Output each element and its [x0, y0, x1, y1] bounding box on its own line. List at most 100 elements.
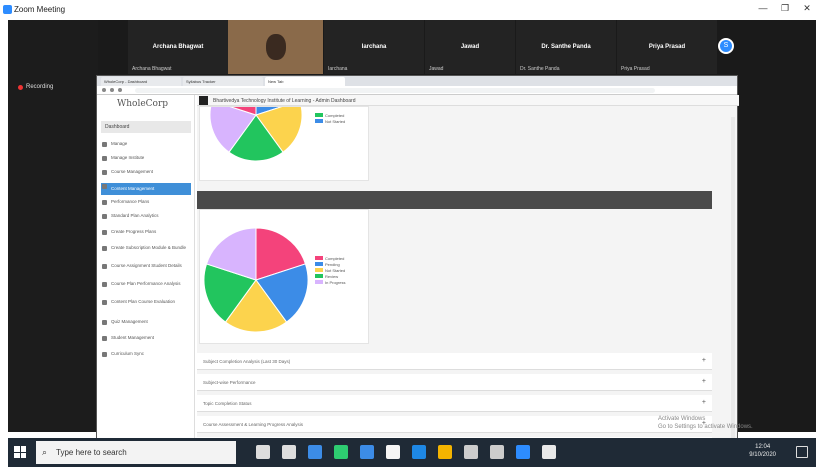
sidebar-item-label: Course Plan Performance Analysis	[111, 281, 181, 286]
sidebar-item-icon	[102, 336, 107, 341]
accordion-title: Subject Completion Analysis (Last 30 Day…	[203, 359, 291, 364]
sidebar-item[interactable]: Manage Institute	[101, 155, 191, 161]
notification-icon[interactable]	[796, 446, 808, 458]
legend-swatch	[315, 113, 323, 117]
legend-swatch	[315, 262, 323, 266]
close-icon[interactable]: ✕	[798, 3, 816, 14]
chart-legend: Completed Not Started	[315, 113, 345, 125]
accordion-row[interactable]: Course Assessment & Learning Progress An…	[197, 416, 712, 433]
legend-item: In Progress	[315, 279, 346, 285]
participant-video-tile[interactable]	[228, 20, 323, 74]
sidebar-item-label: Student Management	[111, 335, 155, 340]
sidebar-item[interactable]: Course Assignment Student Details	[101, 263, 191, 269]
sidebar-item[interactable]: Create Progress Plans	[101, 229, 191, 235]
chart-legend: Completed Pending Not Started Review In Prog…	[315, 256, 345, 286]
chart-card: Completed Not Started	[199, 106, 369, 181]
sidebar-item[interactable]: Course Management	[101, 169, 191, 175]
sidebar-item[interactable]: Standard Plan Analytics	[101, 213, 191, 219]
maximize-icon[interactable]: ❐	[776, 3, 794, 14]
sidebar-item-icon	[102, 184, 107, 189]
taskbar-app-icon[interactable]	[256, 445, 270, 459]
avatar[interactable]: S	[718, 38, 734, 54]
sidebar-item[interactable]: Curriculum Sync	[101, 351, 191, 357]
browser-tab[interactable]: WholeCorp - Dashboard	[101, 77, 181, 86]
sidebar-dashboard[interactable]: Dashboard	[101, 121, 191, 133]
sidebar-item[interactable]: Content Plan Course Evaluation	[101, 299, 191, 305]
browser-tab[interactable]: Syllabus Tracker	[183, 77, 263, 86]
participant-tile[interactable]: Jawad Jawad	[425, 20, 515, 74]
sidebar-item-label: Course Assignment Student Details	[111, 263, 182, 268]
browser-tab[interactable]: New Tab	[265, 77, 345, 86]
sidebar-item-label: Create Progress Plans	[111, 229, 157, 234]
url-field[interactable]	[135, 88, 655, 93]
recording-badge[interactable]: Recording	[18, 84, 53, 90]
accordion-title: Course Assessment & Learning Progress An…	[203, 422, 304, 427]
sidebar-item-label: Create Subscription Module & Bundle	[111, 245, 187, 250]
accordion-row[interactable]: Subject-wise Performance +	[197, 374, 712, 391]
window-title: Zoom Meeting	[14, 5, 66, 14]
sidebar-item-icon	[102, 264, 107, 269]
taskbar-app-icon[interactable]	[360, 445, 374, 459]
participant-tile[interactable]: Iarchana Iarchana	[324, 20, 424, 74]
sidebar-item[interactable]: Create Subscription Module & Bundle	[101, 245, 191, 251]
participant-tile[interactable]: Dr. Santhe Panda Dr. Santhe Panda	[516, 20, 616, 74]
participant-label: Priya Prasad	[621, 66, 650, 72]
taskbar-app-icon[interactable]	[412, 445, 426, 459]
menu-toggle-icon[interactable]	[199, 96, 208, 105]
participant-tile[interactable]: Priya Prasad Priya Prasad	[617, 20, 717, 74]
minimize-icon[interactable]: —	[754, 3, 772, 13]
participant-name: Archana Bhagwat	[152, 44, 204, 50]
reload-icon[interactable]	[118, 88, 122, 92]
sidebar-item-label: Quiz Management	[111, 319, 148, 324]
recording-label: Recording	[26, 84, 54, 90]
taskbar-app-icon[interactable]	[386, 445, 400, 459]
sidebar-item-label: Performance Plans	[111, 199, 150, 204]
sidebar-item[interactable]: Quiz Management	[101, 319, 191, 325]
sidebar-item-icon	[102, 300, 107, 305]
taskbar-app-icon[interactable]	[334, 445, 348, 459]
expand-icon[interactable]: +	[702, 399, 706, 406]
back-icon[interactable]	[102, 88, 106, 92]
windows-start-icon[interactable]	[14, 446, 26, 458]
shared-screen-browser: WholeCorp - Dashboard Syllabus Tracker N…	[96, 75, 739, 454]
taskbar-app-icon[interactable]	[438, 445, 452, 459]
taskbar-app-icon[interactable]	[308, 445, 322, 459]
taskbar-search[interactable]: ⌕ Type here to search	[36, 441, 236, 464]
left-panel: Recording	[8, 20, 98, 432]
legend-label: Not Started	[325, 118, 346, 124]
sidebar-item-icon	[102, 156, 107, 161]
taskbar-app-icon[interactable]	[490, 445, 504, 459]
forward-icon[interactable]	[110, 88, 114, 92]
zoom-app-icon	[3, 5, 12, 14]
zoom-window: Zoom Meeting — ❐ ✕ Recording Archana Bha…	[0, 0, 822, 467]
participant-gallery: Archana Bhagwat Archana Bhagwat Iarchana…	[128, 20, 748, 74]
legend-item: Review	[315, 274, 345, 279]
legend-label: In Progress	[325, 279, 346, 285]
taskbar-app-icon[interactable]	[516, 445, 530, 459]
legend-swatch	[315, 119, 323, 123]
watermark-line: Go to Settings to activate Windows.	[658, 424, 753, 430]
expand-icon[interactable]: +	[702, 357, 706, 364]
taskbar-app-icon[interactable]	[542, 445, 556, 459]
expand-icon[interactable]: +	[702, 378, 706, 385]
legend-label: Not Started	[325, 267, 346, 273]
sidebar-item[interactable]: Manage	[101, 141, 191, 147]
legend-label: Completed	[325, 112, 345, 118]
sidebar-item[interactable]: Performance Plans	[101, 199, 191, 205]
sidebar-item-label: Manage	[111, 141, 128, 146]
sidebar-item-icon	[102, 230, 107, 235]
accordion-row[interactable]: Topic Completion Status +	[197, 395, 712, 412]
participant-tile[interactable]: Archana Bhagwat Archana Bhagwat	[128, 20, 228, 74]
taskbar-app-icon[interactable]	[464, 445, 478, 459]
sidebar-item[interactable]: Course Plan Performance Analysis	[101, 281, 191, 287]
accordion-row[interactable]: Subject Completion Analysis (Last 30 Day…	[197, 353, 712, 370]
sidebar-item[interactable]: Content Management	[101, 183, 191, 195]
sidebar-item[interactable]: Student Management	[101, 335, 191, 341]
taskbar-app-icon[interactable]	[282, 445, 296, 459]
legend-item: Completed	[315, 256, 345, 261]
participant-label: Archana Bhagwat	[132, 66, 172, 72]
participant-label: Dr. Santhe Panda	[520, 66, 560, 72]
clock[interactable]: 12:04 9/10/2020	[749, 443, 776, 459]
record-dot-icon	[18, 84, 23, 90]
scrollbar[interactable]	[731, 117, 735, 447]
